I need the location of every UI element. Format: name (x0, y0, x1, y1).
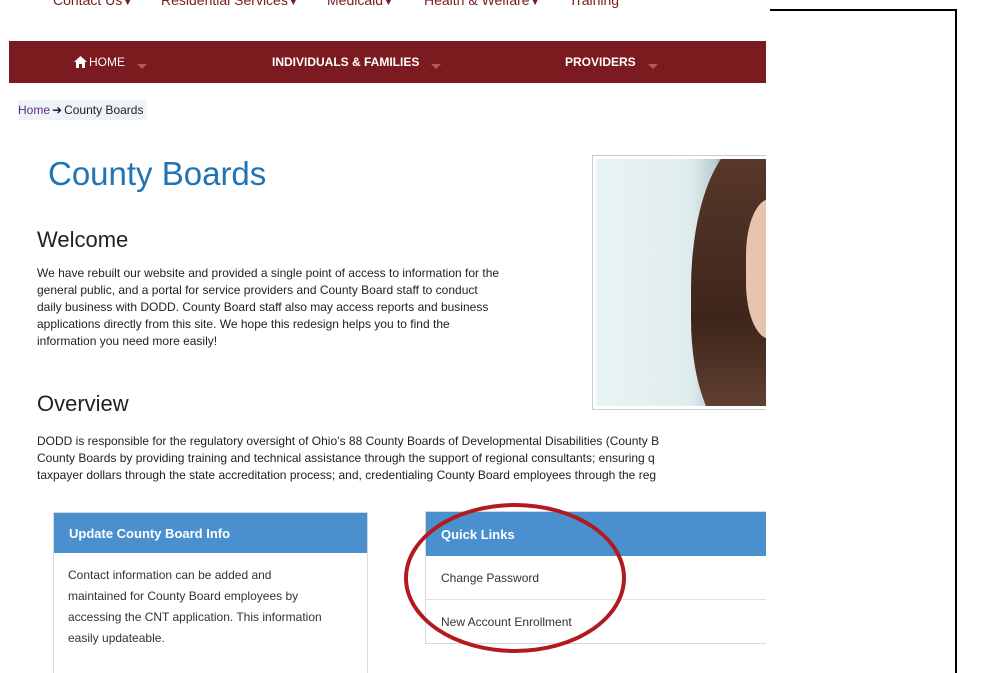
util-nav-residential-services[interactable]: Residential Services▼ (161, 0, 298, 8)
utility-nav: Contact Us▼ Residential Services▼ Medica… (0, 0, 766, 16)
breadcrumb-home-link[interactable]: Home (18, 103, 50, 117)
welcome-heading: Welcome (37, 227, 129, 252)
update-panel-line: maintained for County Board employees by (68, 589, 299, 603)
hero-photo (592, 155, 766, 410)
update-panel-body: Contact information can be added and mai… (54, 553, 367, 661)
nav-individuals-families[interactable]: INDIVIDUALS & FAMILIES (272, 41, 442, 83)
nav-providers[interactable]: PROVIDERS (565, 41, 658, 83)
welcome-line: daily business with DODD. County Board s… (37, 300, 489, 314)
home-icon (74, 56, 87, 68)
nav-providers-label: PROVIDERS (565, 55, 636, 69)
caret-down-icon: ▼ (123, 0, 133, 7)
annotation-frame-right (955, 9, 957, 673)
page-title: County Boards (48, 155, 267, 192)
nav-home-label: HOME (89, 55, 125, 69)
change-password-link[interactable]: Change Password (426, 556, 766, 600)
nav-home[interactable]: HOME (74, 41, 147, 83)
overview-line: DODD is responsible for the regulatory o… (37, 434, 660, 448)
update-panel-line: Contact information can be added and (68, 568, 272, 582)
quick-links-panel: Quick Links Change Password New Account … (425, 511, 766, 644)
overview-line: County Boards by providing training and … (37, 451, 655, 465)
welcome-line: information you need more easily! (37, 334, 218, 348)
breadcrumb-current: County Boards (64, 103, 144, 117)
caret-down-icon: ▼ (384, 0, 393, 7)
util-nav-contact-us[interactable]: Contact Us▼ (53, 0, 132, 8)
update-panel-line: accessing the CNT application. This info… (68, 610, 322, 624)
nav-individuals-families-label: INDIVIDUALS & FAMILIES (272, 55, 420, 69)
util-nav-medicaid[interactable]: Medicaid▼ (327, 0, 393, 8)
update-panel-line: easily updateable. (68, 631, 165, 645)
photo-girl-portrait (596, 159, 766, 406)
browser-viewport: Contact Us▼ Residential Services▼ Medica… (0, 0, 766, 673)
arrow-right-icon: ➜ (52, 103, 63, 117)
chevron-down-icon (431, 63, 442, 69)
overview-paragraph: DODD is responsible for the regulatory o… (37, 433, 659, 484)
util-nav-health-welfare[interactable]: Health & Welfare▼ (424, 0, 540, 8)
welcome-line: general public, and a portal for service… (37, 283, 478, 297)
update-county-board-panel: Update County Board Info Contact informa… (53, 512, 368, 673)
util-nav-training[interactable]: Training (569, 0, 619, 8)
chevron-down-icon (647, 63, 658, 69)
annotation-frame-top (770, 9, 956, 11)
overview-line: taxpayer dollars through the state accre… (37, 468, 657, 482)
chevron-down-icon (137, 63, 147, 69)
update-panel-title: Update County Board Info (54, 513, 367, 553)
overview-heading: Overview (37, 391, 129, 416)
welcome-line: We have rebuilt our website and provided… (37, 266, 500, 280)
breadcrumb: Home ➜ County Boards (18, 100, 148, 120)
welcome-paragraph: We have rebuilt our website and provided… (37, 265, 499, 350)
main-nav: HOME INDIVIDUALS & FAMILIES PROVIDERS (9, 41, 766, 83)
caret-down-icon: ▼ (288, 0, 298, 7)
quick-links-title: Quick Links (426, 512, 766, 556)
caret-down-icon: ▼ (530, 0, 540, 7)
welcome-line: applications directly from this site. We… (37, 317, 450, 331)
new-account-enrollment-link[interactable]: New Account Enrollment (426, 600, 766, 644)
